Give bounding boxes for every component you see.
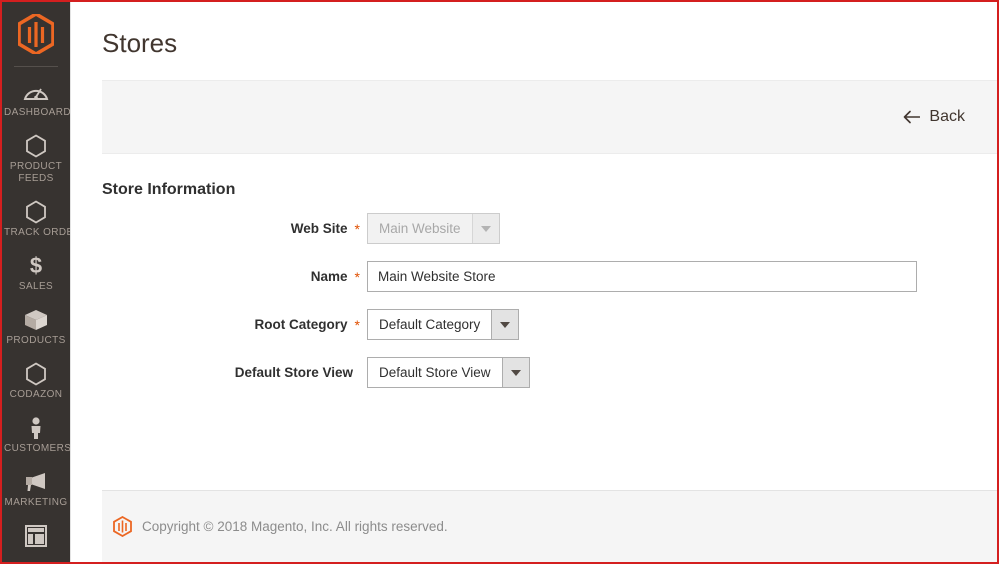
back-button[interactable]: Back: [901, 104, 967, 130]
dashboard-gauge-icon: [4, 80, 68, 104]
field-control: Main Website: [367, 213, 500, 244]
required-marker: *: [354, 316, 360, 333]
page-title: Stores: [102, 28, 178, 58]
hexagon-icon: [4, 134, 68, 158]
sidebar-item-products[interactable]: PRODUCTS: [2, 301, 70, 355]
page-actions-toolbar: Back: [102, 80, 997, 154]
sidebar-item-label: SALES: [18, 281, 54, 292]
field-label-cell: Default Store View: [71, 365, 367, 380]
magento-logo[interactable]: [2, 2, 70, 66]
dollar-icon: $: [29, 253, 43, 278]
sidebar-item-marketing[interactable]: MARKETING: [2, 463, 70, 517]
field-label-cell: Root Category *: [71, 317, 367, 332]
field-control: Default Store View: [367, 357, 530, 388]
field-label-cell: Web Site *: [71, 221, 367, 236]
required-marker: *: [354, 220, 360, 237]
sidebar-item-sales[interactable]: $ SALES: [2, 247, 70, 301]
field-row-default-store-view: Default Store View Default Store View: [71, 357, 997, 388]
chevron-down-icon: [471, 214, 499, 243]
sidebar-item-dashboard[interactable]: DASHBOARD: [2, 73, 70, 127]
page-header: Stores: [71, 2, 997, 80]
field-row-web-site: Web Site * Main Website: [71, 213, 997, 244]
sidebar-item-product-feeds[interactable]: PRODUCT FEEDS: [2, 127, 70, 193]
sidebar-item-label: CODAZON: [9, 389, 63, 400]
sidebar-item-customers[interactable]: CUSTOMERS: [2, 409, 70, 463]
magento-logo-small-icon: [113, 516, 132, 537]
main-content: Stores Back Store Information Web Site *: [70, 2, 997, 562]
app-window: DASHBOARD PRODUCT FEEDS TRACK ORDER $ SA…: [0, 0, 999, 564]
field-label: Root Category: [254, 317, 348, 332]
content-layout-icon: [4, 524, 68, 548]
field-label: Default Store View: [234, 365, 353, 380]
sidebar-item-label: PRODUCT FEEDS: [9, 161, 63, 184]
field-control: Default Category: [367, 309, 520, 340]
field-control: [367, 261, 917, 292]
field-label: Name: [310, 269, 348, 284]
back-button-label: Back: [929, 108, 965, 125]
root-category-select[interactable]: Default Category: [367, 309, 520, 340]
web-site-select-value: Main Website: [379, 221, 461, 236]
megaphone-icon: [4, 470, 68, 494]
sidebar-item-content[interactable]: [2, 517, 70, 559]
sidebar-item-label: PRODUCTS: [6, 335, 66, 346]
section-title: Store Information: [102, 181, 236, 198]
hexagon-icon: [4, 200, 68, 224]
page-footer: Copyright © 2018 Magento, Inc. All right…: [102, 490, 997, 562]
store-information-form: Web Site * Main Website Name * Main Webs…: [71, 199, 997, 388]
copyright-text: Copyright © 2018 Magento, Inc. All right…: [142, 519, 448, 534]
sidebar-item-label: TRACK ORDER: [4, 227, 70, 238]
sidebar-item-label: DASHBOARD: [4, 107, 70, 118]
default-store-view-select-value: Default Store View: [379, 365, 491, 380]
sidebar-item-label: CUSTOMERS: [4, 443, 70, 454]
web-site-select[interactable]: Main Website: [367, 213, 500, 244]
field-label: Web Site: [290, 221, 348, 236]
admin-sidebar: DASHBOARD PRODUCT FEEDS TRACK ORDER $ SA…: [2, 2, 70, 562]
name-input[interactable]: [367, 261, 917, 292]
field-label-cell: Name *: [71, 269, 367, 284]
sidebar-item-codazon[interactable]: CODAZON: [2, 355, 70, 409]
box-icon: [4, 308, 68, 332]
field-row-root-category: Root Category * Default Category: [71, 309, 997, 340]
chevron-down-icon: [501, 358, 529, 387]
root-category-select-value: Default Category: [379, 317, 481, 332]
arrow-left-icon: [904, 110, 921, 124]
magento-logo-icon: [18, 14, 54, 54]
default-store-view-select[interactable]: Default Store View: [367, 357, 530, 388]
sidebar-item-track-order[interactable]: TRACK ORDER: [2, 193, 70, 247]
required-marker: *: [354, 268, 360, 285]
chevron-down-icon: [491, 310, 519, 339]
person-icon: [4, 416, 68, 440]
sidebar-divider: [14, 66, 58, 67]
field-row-name: Name *: [71, 261, 997, 292]
sidebar-item-label: MARKETING: [4, 497, 68, 508]
hexagon-icon: [4, 362, 68, 386]
